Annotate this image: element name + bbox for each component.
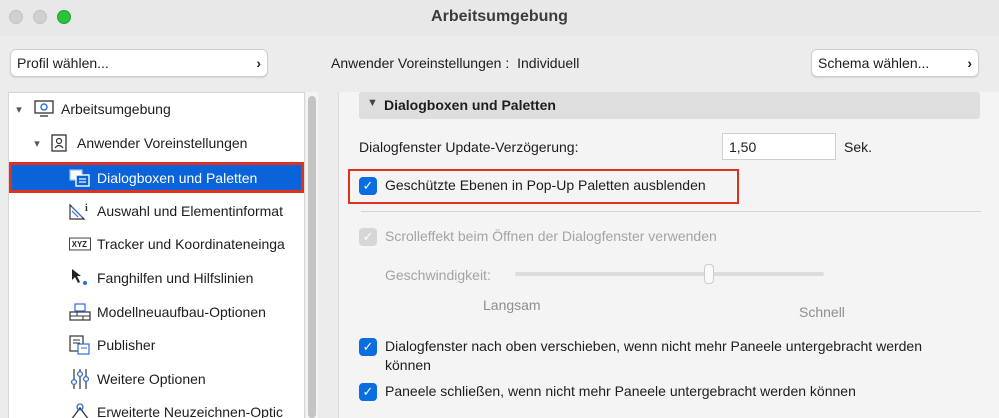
move-dialog-up-label-cont: können <box>385 357 431 373</box>
move-dialog-up-label: Dialogfenster nach oben verschieben, wen… <box>385 338 923 354</box>
tree-item-fanghilfen[interactable]: Fanghilfen und Hilfslinien <box>9 264 304 292</box>
tree-item-label: Arbeitsumgebung <box>61 101 171 117</box>
scroll-effect-label: Scrolleffekt beim Öffnen der Dialogfenst… <box>385 228 717 244</box>
disclosure-down-icon[interactable]: ▼ <box>367 97 378 109</box>
speed-max-label: Schnell <box>799 304 845 320</box>
tree-item-label: Anwender Voreinstellungen <box>77 135 248 151</box>
svg-text:XYZ: XYZ <box>72 240 87 249</box>
model-rebuild-icon <box>69 302 91 322</box>
schema-select-button[interactable]: Schema wählen... › <box>811 49 979 77</box>
speed-min-label: Langsam <box>483 297 541 313</box>
profile-select-button[interactable]: Profil wählen... › <box>10 49 268 77</box>
workspace-icon <box>33 99 55 119</box>
tree-item-label: Modellneuaufbau-Optionen <box>97 304 266 320</box>
redraw-options-icon <box>69 402 91 418</box>
hide-protected-layers-checkbox[interactable]: ✓ <box>359 177 377 195</box>
user-prefs-caption: Anwender Voreinstellungen : <box>331 55 510 71</box>
tree-item-label: Tracker und Koordinateneinga <box>97 236 285 252</box>
chevron-right-icon: › <box>256 55 261 71</box>
tree-item-tracker[interactable]: XYZ Tracker und Koordinateneinga <box>9 230 304 258</box>
update-delay-label: Dialogfenster Update-Verzögerung: <box>359 139 579 155</box>
speed-slider-thumb[interactable] <box>704 264 714 284</box>
tree-item-dialogboxen-und-paletten[interactable]: Dialogboxen und Paletten <box>9 162 304 193</box>
tree-item-label: Auswahl und Elementinformat <box>97 203 283 219</box>
user-prefs-icon <box>49 133 71 153</box>
schema-select-label: Schema wählen... <box>818 55 930 71</box>
chevron-right-icon: › <box>967 55 972 71</box>
selection-info-icon: i <box>69 201 91 221</box>
tree-scrollbar-thumb[interactable] <box>308 96 316 418</box>
tree-item-modellneuaufbau[interactable]: Modellneuaufbau-Optionen <box>9 298 304 326</box>
more-options-icon <box>69 369 91 389</box>
svg-text:i: i <box>85 203 88 214</box>
section-header[interactable]: ▼ Dialogboxen und Paletten <box>359 92 980 119</box>
user-prefs-status: Anwender Voreinstellungen : Individuell <box>331 55 579 71</box>
tree-item-label: Fanghilfen und Hilfslinien <box>97 270 254 286</box>
scroll-effect-checkbox[interactable]: ✓ <box>359 228 377 246</box>
close-panels-checkbox[interactable]: ✓ <box>359 383 377 401</box>
tree-item-publisher[interactable]: Publisher <box>9 331 304 359</box>
update-delay-unit: Sek. <box>844 139 873 155</box>
dialog-palette-icon <box>69 168 91 188</box>
tree-item-weitere-optionen[interactable]: Weitere Optionen <box>9 365 304 393</box>
tree-item-erweiterte-neuzeichnen[interactable]: Erweiterte Neuzeichnen-Optic <box>9 398 304 418</box>
divider <box>361 211 981 212</box>
update-delay-input[interactable] <box>722 133 836 160</box>
tree-item-arbeitsumgebung[interactable]: ▾ Arbeitsumgebung <box>9 95 304 123</box>
tree-item-auswahl[interactable]: i Auswahl und Elementinformat <box>9 197 304 225</box>
tree-item-label: Dialogboxen und Paletten <box>97 169 258 186</box>
user-prefs-value: Individuell <box>517 55 580 71</box>
close-panels-label: Paneele schließen, wenn nicht mehr Panee… <box>385 383 856 399</box>
speed-slider-track[interactable] <box>515 272 824 276</box>
tree-item-label: Publisher <box>97 337 156 353</box>
move-dialog-up-checkbox[interactable]: ✓ <box>359 338 377 356</box>
tree-scrollbar[interactable] <box>306 92 318 418</box>
section-title: Dialogboxen und Paletten <box>384 97 556 113</box>
profile-select-label: Profil wählen... <box>17 55 109 71</box>
settings-tree: ▾ Arbeitsumgebung ▾ Anwender Voreinstell… <box>8 92 305 418</box>
hide-protected-layers-label: Geschützte Ebenen in Pop-Up Paletten aus… <box>385 177 706 193</box>
tree-item-label: Erweiterte Neuzeichnen-Optic <box>97 404 283 418</box>
title-bar: Arbeitsumgebung <box>0 0 999 36</box>
xyz-tracker-icon: XYZ <box>69 234 91 254</box>
speed-label: Geschwindigkeit: <box>385 267 491 283</box>
publisher-icon <box>69 335 91 355</box>
window-title: Arbeitsumgebung <box>431 8 568 25</box>
tree-item-label: Weitere Optionen <box>97 371 206 387</box>
snap-guides-icon <box>69 268 91 288</box>
tree-item-anwender-voreinstellungen[interactable]: ▾ Anwender Voreinstellungen <box>9 129 304 157</box>
disclosure-down-icon[interactable]: ▾ <box>13 103 25 116</box>
disclosure-down-icon[interactable]: ▾ <box>31 137 43 150</box>
